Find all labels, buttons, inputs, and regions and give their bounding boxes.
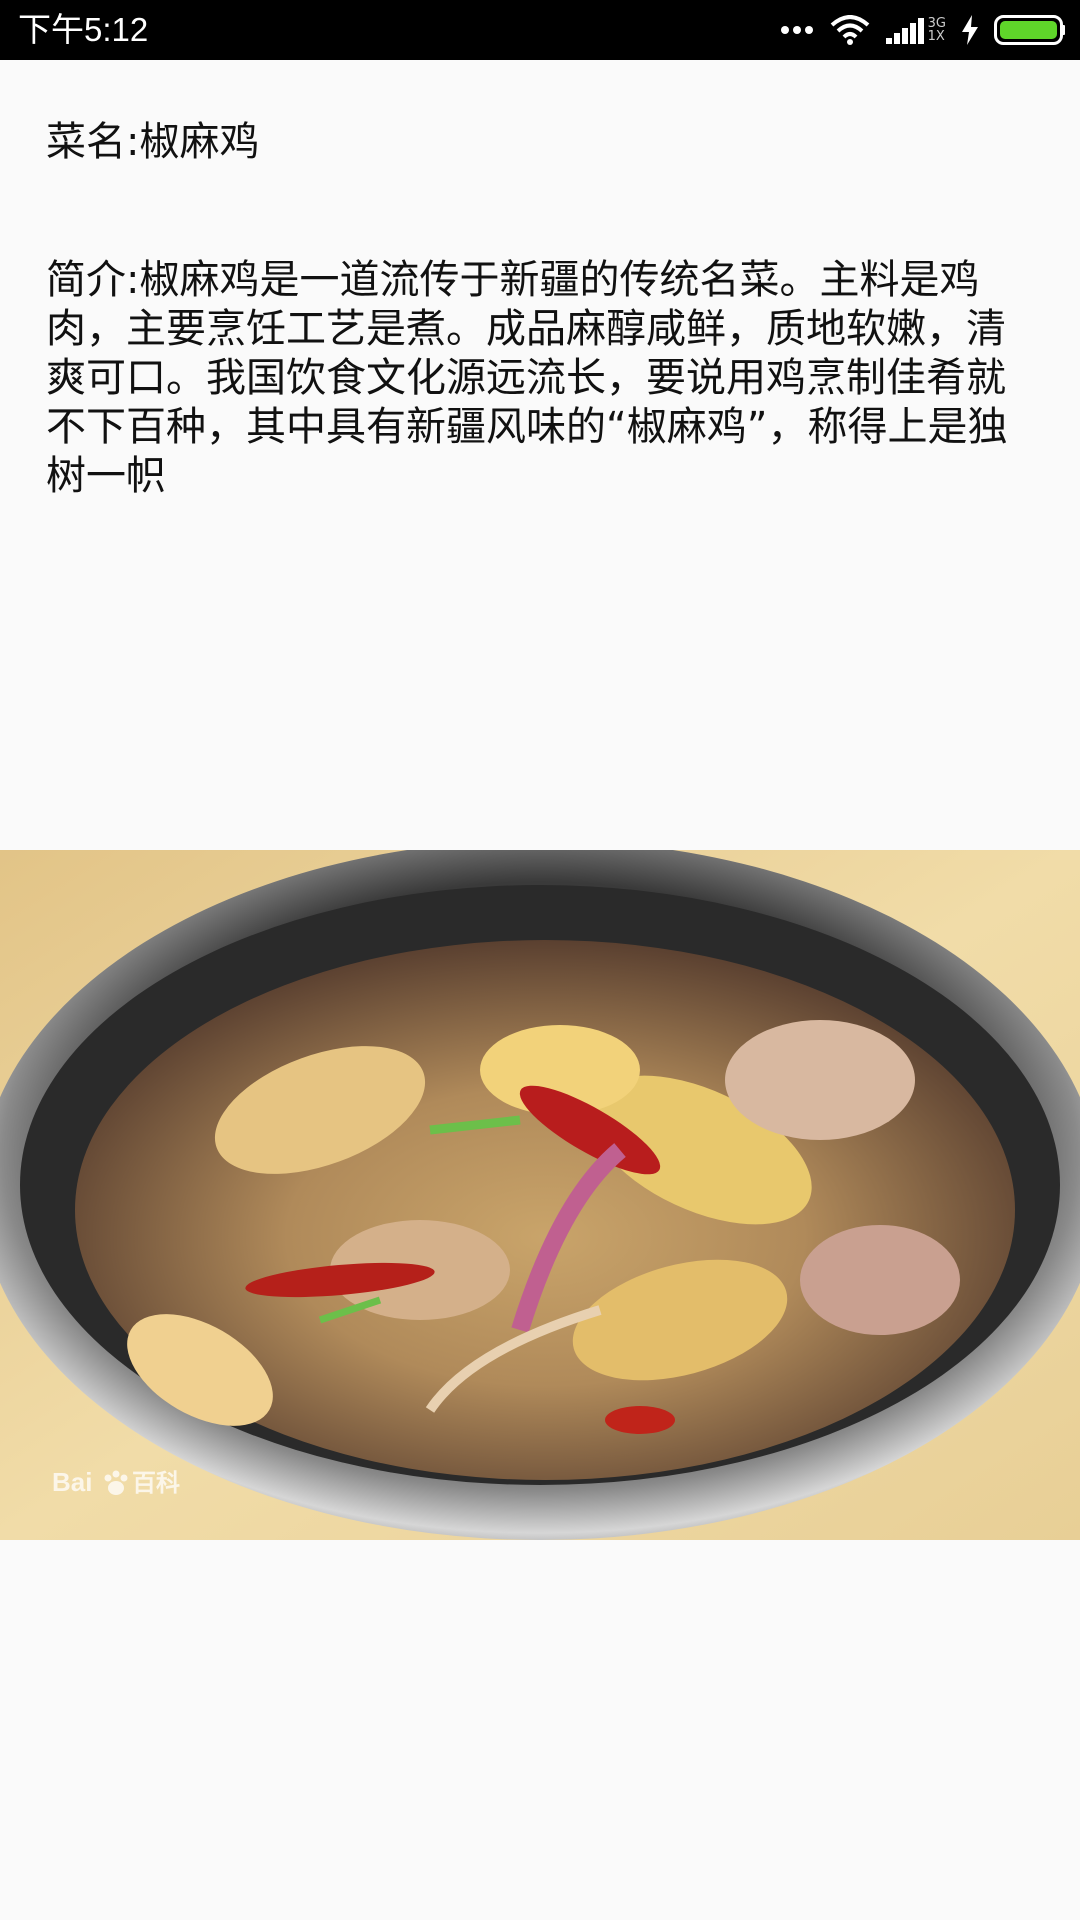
status-bar: 下午5:12 3G 1X xyxy=(0,0,1080,60)
more-dots-icon xyxy=(780,26,813,34)
svg-text:Bai: Bai xyxy=(52,1467,92,1497)
charging-icon xyxy=(962,15,978,45)
svg-text:百科: 百科 xyxy=(132,1469,180,1497)
dish-name: 菜名:椒麻鸡 xyxy=(46,119,260,165)
dish-detail-screen: 菜名:椒麻鸡 简介:椒麻鸡是一道流传于新疆的传统名菜。主料是鸡肉，主要烹饪工艺是… xyxy=(0,60,1080,1920)
baidu-baike-logo: Bai 百科 xyxy=(52,1467,180,1497)
signal-icon xyxy=(885,18,924,44)
wifi-icon xyxy=(830,15,869,45)
status-time: 下午5:12 xyxy=(18,11,149,48)
network-type-bottom: 1X xyxy=(927,29,945,44)
status-icons: 3G 1X xyxy=(764,10,1066,50)
photo-watermark: Bai 百科 xyxy=(52,1464,192,1497)
network-type-label: 3G 1X xyxy=(928,17,946,43)
dish-intro: 简介:椒麻鸡是一道流传于新疆的传统名菜。主料是鸡肉，主要烹饪工艺是煮。成品麻醇咸… xyxy=(46,257,1008,499)
dish-photo: Bai 百科 xyxy=(0,850,1080,1540)
battery-icon xyxy=(994,15,1065,45)
dish-photo-image xyxy=(0,850,1080,1540)
